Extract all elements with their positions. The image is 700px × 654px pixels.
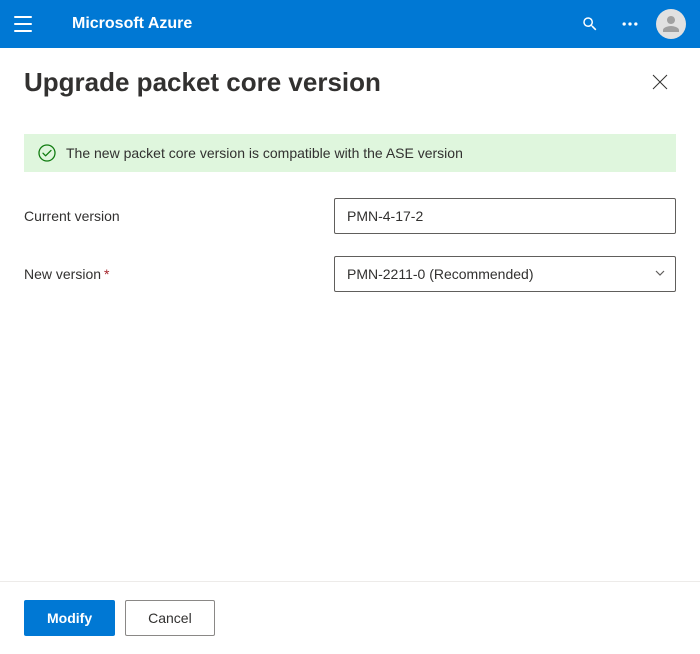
new-version-row: New version* PMN-2211-0 (Recommended) bbox=[24, 256, 676, 292]
new-version-select[interactable]: PMN-2211-0 (Recommended) bbox=[334, 256, 676, 292]
user-avatar[interactable] bbox=[656, 9, 686, 39]
current-version-label: Current version bbox=[24, 208, 334, 224]
status-bar: The new packet core version is compatibl… bbox=[24, 134, 676, 172]
modify-button[interactable]: Modify bbox=[24, 600, 115, 636]
azure-topbar: Microsoft Azure bbox=[0, 0, 700, 48]
page-title: Upgrade packet core version bbox=[24, 67, 644, 98]
cancel-button[interactable]: Cancel bbox=[125, 600, 215, 636]
search-icon bbox=[581, 15, 599, 33]
brand-title: Microsoft Azure bbox=[72, 15, 192, 33]
new-version-selected: PMN-2211-0 (Recommended) bbox=[347, 266, 533, 282]
hamburger-menu-icon[interactable] bbox=[14, 12, 38, 36]
person-icon bbox=[659, 12, 683, 36]
panel-footer: Modify Cancel bbox=[0, 581, 700, 654]
current-version-input[interactable] bbox=[334, 198, 676, 234]
new-version-label: New version* bbox=[24, 266, 334, 282]
current-version-row: Current version bbox=[24, 198, 676, 234]
panel-header: Upgrade packet core version bbox=[0, 48, 700, 110]
required-marker: * bbox=[104, 266, 109, 282]
close-button[interactable] bbox=[644, 66, 676, 98]
close-icon bbox=[652, 74, 668, 90]
success-icon bbox=[38, 144, 56, 162]
status-message: The new packet core version is compatibl… bbox=[66, 145, 463, 161]
search-button[interactable] bbox=[570, 4, 610, 44]
panel-content: The new packet core version is compatibl… bbox=[0, 110, 700, 581]
more-icon bbox=[620, 14, 640, 34]
more-button[interactable] bbox=[610, 4, 650, 44]
